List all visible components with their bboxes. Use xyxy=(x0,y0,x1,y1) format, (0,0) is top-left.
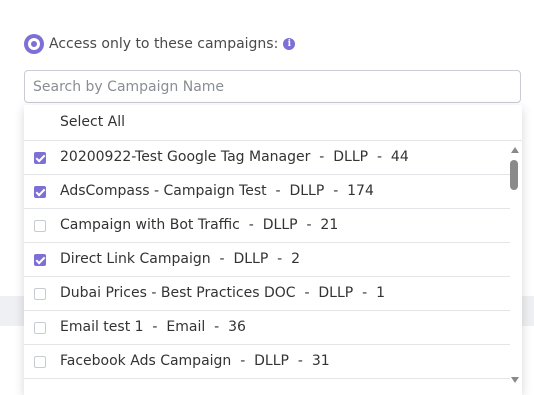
checkbox-checked[interactable] xyxy=(34,186,46,198)
campaign-option-label: Dubai Prices - Best Practices DOC - DLLP… xyxy=(60,285,385,301)
campaign-option-label: Campaign with Bot Traffic - DLLP - 21 xyxy=(60,217,339,233)
campaign-option-label: 20200922-Test Google Tag Manager - DLLP … xyxy=(60,149,409,165)
campaign-option[interactable]: Direct Link Campaign - DLLP - 2 xyxy=(24,243,510,277)
info-icon[interactable]: i xyxy=(283,38,296,50)
radio-selected-icon[interactable] xyxy=(24,34,44,54)
access-label: Access only to these campaigns: xyxy=(49,36,279,52)
campaign-option-label: Email test 1 - Email - 36 xyxy=(60,319,246,335)
access-option[interactable]: Access only to these campaigns: i xyxy=(24,33,296,55)
campaign-option[interactable]: Dubai Prices - Best Practices DOC - DLLP… xyxy=(24,277,510,311)
checkbox[interactable] xyxy=(34,220,46,232)
campaign-option[interactable]: Facebook Ads Campaign - DLLP - 31 xyxy=(24,345,510,379)
campaign-option[interactable]: Campaign with Bot Traffic - DLLP - 21 xyxy=(24,209,510,243)
checkbox-checked[interactable] xyxy=(34,152,46,164)
campaign-option-label: AdsCompass - Campaign Test - DLLP - 174 xyxy=(60,183,374,199)
checkbox-checked[interactable] xyxy=(34,254,46,266)
scrollbar-thumb[interactable] xyxy=(510,160,518,190)
campaign-option[interactable]: AdsCompass - Campaign Test - DLLP - 174 xyxy=(24,175,510,209)
campaign-option[interactable]: 20200922-Test Google Tag Manager - DLLP … xyxy=(24,141,510,175)
campaign-option-label: Direct Link Campaign - DLLP - 2 xyxy=(60,251,301,267)
search-box[interactable] xyxy=(24,70,521,103)
checkbox[interactable] xyxy=(34,322,46,334)
scroll-up-arrow-icon[interactable] xyxy=(511,147,519,153)
scroll-down-arrow-icon[interactable] xyxy=(511,377,519,383)
select-all-option[interactable]: Select All xyxy=(24,105,522,141)
campaign-option[interactable]: Email test 1 - Email - 36 xyxy=(24,311,510,345)
checkbox[interactable] xyxy=(34,356,46,368)
select-all-label: Select All xyxy=(60,114,125,130)
campaign-option-label: Facebook Ads Campaign - DLLP - 31 xyxy=(60,353,330,369)
dropdown-scrollbar[interactable] xyxy=(509,141,522,395)
search-input[interactable] xyxy=(33,71,503,102)
campaign-options-list: 20200922-Test Google Tag Manager - DLLP … xyxy=(24,141,510,379)
checkbox[interactable] xyxy=(34,288,46,300)
campaign-dropdown: Select All 20200922-Test Google Tag Mana… xyxy=(24,105,522,395)
